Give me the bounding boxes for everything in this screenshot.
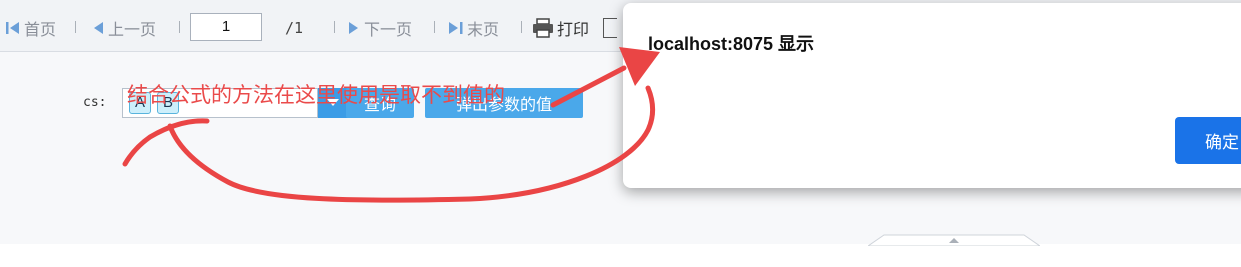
- last-page-label: 末页: [467, 20, 500, 39]
- last-page-icon: [449, 22, 463, 34]
- next-page-button[interactable]: 下一页: [347, 17, 412, 39]
- page-total: /1: [285, 19, 304, 37]
- last-page-button[interactable]: 末页: [448, 17, 499, 39]
- prev-page-icon: [94, 22, 103, 34]
- collapse-handle[interactable]: [868, 234, 1040, 246]
- toolbar-separator: [434, 21, 435, 33]
- export-icon[interactable]: [603, 18, 617, 38]
- print-button[interactable]: 打印: [532, 17, 589, 39]
- alert-dialog: localhost:8075 显示 确定: [623, 3, 1241, 188]
- print-label: 打印: [557, 20, 590, 39]
- printer-icon: [533, 18, 553, 38]
- first-page-label: 首页: [24, 20, 57, 39]
- toolbar-separator: [334, 21, 335, 33]
- toolbar-separator: [75, 21, 76, 33]
- dialog-title: localhost:8075 显示: [648, 34, 815, 54]
- first-page-button[interactable]: 首页: [5, 17, 56, 39]
- next-page-label: 下一页: [364, 20, 413, 39]
- next-page-icon: [349, 22, 358, 34]
- prev-page-label: 上一页: [108, 20, 157, 39]
- ok-button[interactable]: 确定: [1175, 117, 1241, 164]
- annotation-message: 结合公式的方法在这里使用是取不到值的: [127, 83, 505, 107]
- toolbar-separator: [179, 21, 180, 33]
- prev-page-button[interactable]: 上一页: [91, 17, 156, 39]
- page-number-input[interactable]: 1: [190, 13, 262, 41]
- toolbar-separator: [521, 21, 522, 33]
- cs-param-label: cs:: [83, 95, 107, 110]
- first-page-icon: [6, 22, 19, 34]
